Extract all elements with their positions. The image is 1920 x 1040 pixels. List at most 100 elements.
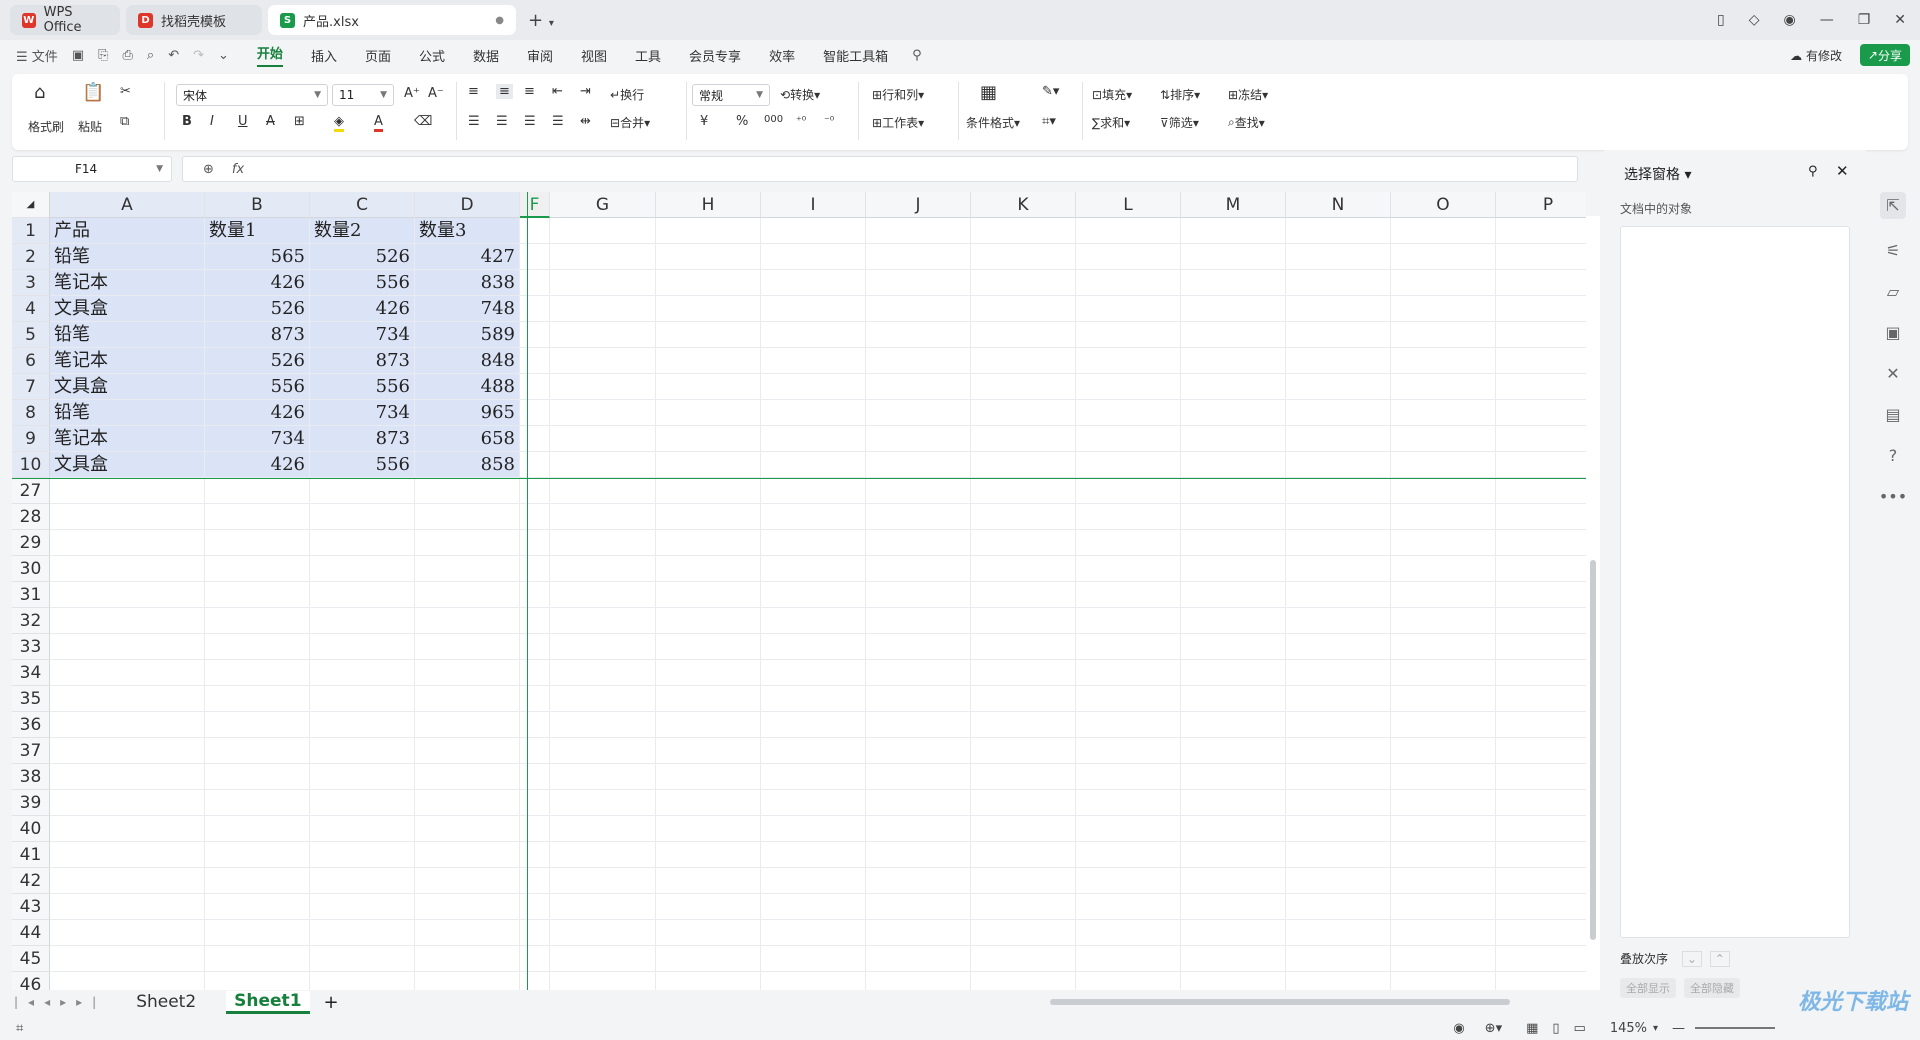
cell[interactable] [550,634,656,660]
rows-columns-button[interactable]: ⊞ 行和列 ▾ [872,86,924,103]
row-header[interactable]: 31 [12,582,50,608]
cell[interactable] [1496,686,1586,712]
cell[interactable] [656,842,761,868]
cell[interactable] [866,712,971,738]
conditional-format-icon[interactable]: ▦ [980,82,997,103]
cell[interactable] [550,348,656,374]
align-left-icon[interactable]: ☰ [468,114,480,129]
cell[interactable] [550,400,656,426]
cell[interactable] [550,738,656,764]
cell[interactable] [656,946,761,972]
add-sheet-button[interactable]: + [324,992,339,1013]
cell[interactable] [520,270,550,296]
cell[interactable] [415,582,520,608]
cell[interactable] [1286,296,1391,322]
cell[interactable] [866,738,971,764]
cell[interactable] [1076,582,1181,608]
cell[interactable] [1286,738,1391,764]
cell[interactable] [50,686,205,712]
macro-icon[interactable]: ⌗ [16,1021,23,1036]
cell[interactable] [520,218,550,244]
cell[interactable] [415,530,520,556]
cell[interactable] [310,842,415,868]
cell[interactable]: 965 [415,400,520,426]
cell[interactable] [656,270,761,296]
save-icon[interactable]: ▣ [72,48,84,63]
row-header[interactable]: 29 [12,530,50,556]
cell[interactable] [866,244,971,270]
format-painter-icon[interactable]: ⌂ [34,82,45,103]
cell[interactable] [1391,504,1496,530]
cell[interactable] [1391,712,1496,738]
cell[interactable] [550,608,656,634]
cell[interactable] [205,842,310,868]
cell[interactable]: 526 [310,244,415,270]
column-header-b[interactable]: B [205,192,310,218]
cell[interactable] [1076,556,1181,582]
decrease-decimal-icon[interactable]: ⁻⁰ [824,114,834,127]
cell[interactable] [205,712,310,738]
cell[interactable] [310,894,415,920]
cell[interactable] [520,348,550,374]
cell[interactable] [1496,894,1586,920]
cell[interactable]: 426 [205,452,310,478]
row-header[interactable]: 38 [12,764,50,790]
cell[interactable] [50,816,205,842]
cell[interactable] [971,478,1076,504]
row-header[interactable]: 44 [12,920,50,946]
cell[interactable] [1286,478,1391,504]
cell[interactable] [550,868,656,894]
cell[interactable] [1181,660,1286,686]
new-tab-button[interactable]: + ▾ [528,10,554,31]
cube-icon[interactable]: ◇ [1749,12,1760,28]
cell[interactable] [761,244,866,270]
cell[interactable] [520,296,550,322]
cell[interactable] [1391,790,1496,816]
cell[interactable] [415,556,520,582]
cell[interactable] [1391,478,1496,504]
cell[interactable] [1076,634,1181,660]
column-header-j[interactable]: J [866,192,971,218]
close-button[interactable]: ✕ [1894,12,1906,28]
cell[interactable] [1496,478,1586,504]
cell[interactable] [761,920,866,946]
cell[interactable] [1391,894,1496,920]
cell[interactable] [310,712,415,738]
cell[interactable] [1076,920,1181,946]
cell[interactable] [866,868,971,894]
cell[interactable] [1181,322,1286,348]
export-icon[interactable]: ⎘ [98,48,108,63]
cell[interactable] [761,972,866,990]
cell[interactable] [1496,348,1586,374]
cell[interactable] [520,660,550,686]
cell[interactable] [761,270,866,296]
cell[interactable] [1391,972,1496,990]
cell[interactable] [415,478,520,504]
cell[interactable]: 笔记本 [50,348,205,374]
cell[interactable] [971,296,1076,322]
strikethrough-icon[interactable]: A [266,114,275,129]
cell[interactable] [1181,946,1286,972]
cell[interactable] [1181,218,1286,244]
row-header[interactable]: 3 [12,270,50,296]
cell[interactable] [415,816,520,842]
sheet-tab-sheet1[interactable]: Sheet1 [226,990,310,1014]
cell[interactable] [415,972,520,990]
cell[interactable] [1076,946,1181,972]
cell[interactable] [1286,920,1391,946]
cell[interactable] [971,426,1076,452]
cell[interactable] [550,426,656,452]
cell[interactable] [1496,452,1586,478]
cell[interactable] [656,712,761,738]
cell[interactable] [866,296,971,322]
cell[interactable] [761,530,866,556]
cell[interactable] [1286,634,1391,660]
worksheet-button[interactable]: ⊞ 工作表 ▾ [872,114,924,131]
menu-formula[interactable]: 公式 [419,46,445,65]
cell[interactable] [50,868,205,894]
column-header-a[interactable]: A [50,192,205,218]
cell[interactable] [1496,504,1586,530]
cell[interactable] [971,452,1076,478]
cell[interactable] [520,712,550,738]
cell[interactable] [205,868,310,894]
